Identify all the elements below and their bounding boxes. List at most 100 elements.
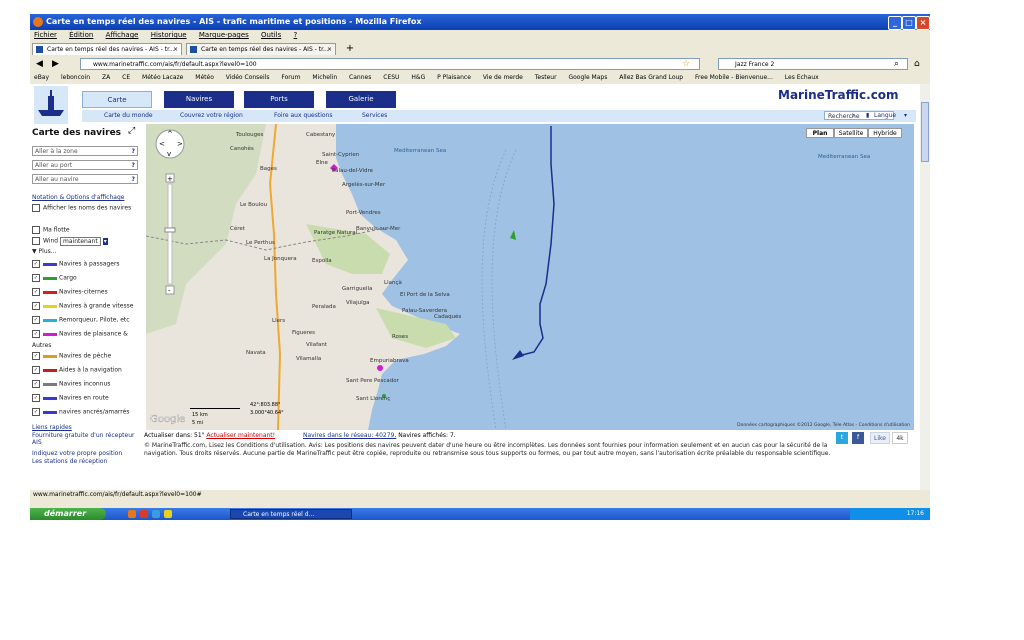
bookmark-item[interactable]: Allez Bas Grand Loup <box>619 74 683 81</box>
quicklaunch-icon[interactable] <box>140 510 148 518</box>
vessel-type-row[interactable]: ✓ Navires à passagers <box>32 260 120 268</box>
bookmark-item[interactable]: Testeur <box>535 74 557 81</box>
show-names-option[interactable]: Afficher les noms des navires <box>32 204 132 212</box>
bookmark-item[interactable]: Les Echaux <box>785 74 819 81</box>
checkbox[interactable]: ✓ <box>32 288 40 296</box>
facebook-icon[interactable]: f <box>852 432 864 444</box>
close-button[interactable]: × <box>916 16 930 30</box>
maptype-satellite-button[interactable]: Satellite <box>834 128 868 138</box>
receiving-stations-link[interactable]: Les stations de réception <box>32 458 107 465</box>
forward-icon[interactable]: ▶ <box>52 58 59 70</box>
own-position-link[interactable]: Indiquez votre propre position <box>32 450 122 457</box>
scroll-thumb[interactable] <box>921 102 929 162</box>
site-brand[interactable]: MarineTraffic.com <box>778 88 899 102</box>
free-receiver-link[interactable]: Fourniture gratuite d'un récepteur AIS <box>32 432 144 446</box>
fullscreen-icon[interactable]: ⤢ <box>128 126 135 136</box>
bookmark-item[interactable]: Vidéo Conseils <box>226 74 270 81</box>
new-tab-icon[interactable]: + <box>344 43 356 55</box>
vessel-type-row[interactable]: ✓ Navires à grande vitesse <box>32 302 133 310</box>
pan-control[interactable]: ^ v < > <box>155 129 185 159</box>
google-logo[interactable]: Google <box>150 414 186 425</box>
checkbox[interactable]: ✓ <box>32 394 40 402</box>
tab-close-icon[interactable]: × <box>173 44 178 55</box>
browser-tab-2[interactable]: Carte en temps réel des navires - AIS - … <box>186 43 336 55</box>
bookmark-item[interactable]: Michelin <box>312 74 337 81</box>
bookmark-star-icon[interactable]: ☆ <box>682 58 690 70</box>
quick-links-link[interactable]: Liens rapides <box>32 424 72 431</box>
menu-bookmarks[interactable]: Marque-pages <box>199 31 249 39</box>
checkbox[interactable] <box>32 226 40 234</box>
nav-tab-navires[interactable]: Navires <box>164 91 234 108</box>
bookmark-item[interactable]: Forum <box>281 74 300 81</box>
bookmark-item[interactable]: Météo Lacaze <box>142 74 183 81</box>
bookmark-item[interactable]: CE <box>122 74 130 81</box>
menu-edit[interactable]: Édition <box>69 31 93 39</box>
map-view[interactable]: ^ v < > + - Toulouges Cabestany Canohès Sai… <box>146 124 914 430</box>
wind-select[interactable]: maintenant <box>60 236 101 246</box>
subnav-world-map[interactable]: Carte du monde <box>104 110 153 122</box>
vessel-type-row[interactable]: ✓ Navires-citernes <box>32 288 108 296</box>
checkbox[interactable]: ✓ <box>32 316 40 324</box>
quicklaunch-icon[interactable] <box>164 510 172 518</box>
checkbox[interactable]: ✓ <box>32 330 40 338</box>
display-options-link[interactable]: Notation & Options d'affichage <box>32 194 124 201</box>
bookmark-item[interactable]: eBay <box>34 74 49 81</box>
other-type-row[interactable]: ✓ Aides à la navigation <box>32 366 122 374</box>
update-now-link[interactable]: Actualiser maintenant! <box>206 432 275 439</box>
start-button[interactable]: démarrer <box>30 508 106 520</box>
home-icon[interactable]: ⌂ <box>914 58 920 70</box>
bookmark-item[interactable]: H&G <box>411 74 425 81</box>
bookmark-item[interactable]: P Plaisance <box>437 74 471 81</box>
network-count[interactable]: Navires dans le réseau: 40279, <box>303 432 396 439</box>
goto-zone-input[interactable]: Aller à la zone? <box>32 146 138 156</box>
vessel-type-row[interactable]: ✓ Navires de plaisance & <box>32 330 128 338</box>
like-button[interactable]: Like <box>870 432 890 444</box>
help-icon[interactable]: ? <box>132 147 135 157</box>
search-icon[interactable]: ⌕ <box>894 58 899 70</box>
tab-close-icon[interactable]: × <box>327 44 332 55</box>
bookmark-item[interactable]: Google Maps <box>568 74 607 81</box>
wind-option[interactable]: Wind maintenant ▾ <box>32 236 108 246</box>
subnav-faq[interactable]: Foire aux questions <box>274 110 333 122</box>
help-icon[interactable]: ? <box>132 161 135 171</box>
taskbar-item-firefox[interactable]: Carte en temps réel d... <box>230 509 352 519</box>
vessel-type-row[interactable]: ✓ Cargo <box>32 274 77 282</box>
chevron-down-icon[interactable]: ▾ <box>904 110 907 122</box>
goto-vessel-input[interactable]: Aller au navire? <box>32 174 138 184</box>
checkbox[interactable]: ✓ <box>32 408 40 416</box>
marinetraffic-logo-icon[interactable] <box>34 86 68 124</box>
checkbox[interactable]: ✓ <box>32 380 40 388</box>
quicklaunch-icon[interactable] <box>128 510 136 518</box>
menu-history[interactable]: Historique <box>151 31 187 39</box>
vessel-marker[interactable] <box>377 365 383 371</box>
maptype-hybrid-button[interactable]: Hybride <box>868 128 902 138</box>
other-type-row[interactable]: ✓ Navires de pêche <box>32 352 111 360</box>
url-bar[interactable]: www.marinetraffic.com/ais/fr/default.asp… <box>80 58 700 70</box>
quicklaunch-icon[interactable] <box>152 510 160 518</box>
browser-tab-1[interactable]: Carte en temps réel des navires - AIS - … <box>32 43 182 55</box>
bookmark-item[interactable]: leboncoin <box>61 74 90 81</box>
checkbox[interactable]: ✓ <box>32 302 40 310</box>
twitter-icon[interactable]: t <box>836 432 848 444</box>
other-type-row[interactable]: ✓ Navires en route <box>32 394 109 402</box>
other-type-row[interactable]: ✓ navires ancrés/amarrés <box>32 408 129 416</box>
checkbox[interactable] <box>32 237 40 245</box>
goto-port-input[interactable]: Aller au port? <box>32 160 138 170</box>
vertical-scrollbar[interactable] <box>920 84 930 490</box>
bookmark-item[interactable]: ZA <box>102 74 110 81</box>
bookmark-item[interactable]: Cannes <box>349 74 371 81</box>
subnav-cover-region[interactable]: Couvrez votre région <box>180 110 243 122</box>
bookmark-item[interactable]: Free Mobile - Bienvenue... <box>695 74 773 81</box>
my-fleet-option[interactable]: Ma flotte <box>32 226 70 234</box>
more-toggle[interactable]: ▼ Plus... <box>32 248 56 255</box>
menu-view[interactable]: Affichage <box>106 31 139 39</box>
nav-tab-ports[interactable]: Ports <box>244 91 314 108</box>
nav-tab-galerie[interactable]: Galerie <box>326 91 396 108</box>
maptype-plan-button[interactable]: Plan <box>806 128 834 138</box>
back-icon[interactable]: ◀ <box>36 58 43 70</box>
map-attribution[interactable]: Données cartographiques ©2012 Google, Te… <box>737 421 910 428</box>
bookmark-item[interactable]: Météo <box>195 74 214 81</box>
minimize-button[interactable]: _ <box>888 16 902 30</box>
nav-tab-carte[interactable]: Carte <box>82 91 152 108</box>
bookmark-item[interactable]: CESU <box>383 74 399 81</box>
